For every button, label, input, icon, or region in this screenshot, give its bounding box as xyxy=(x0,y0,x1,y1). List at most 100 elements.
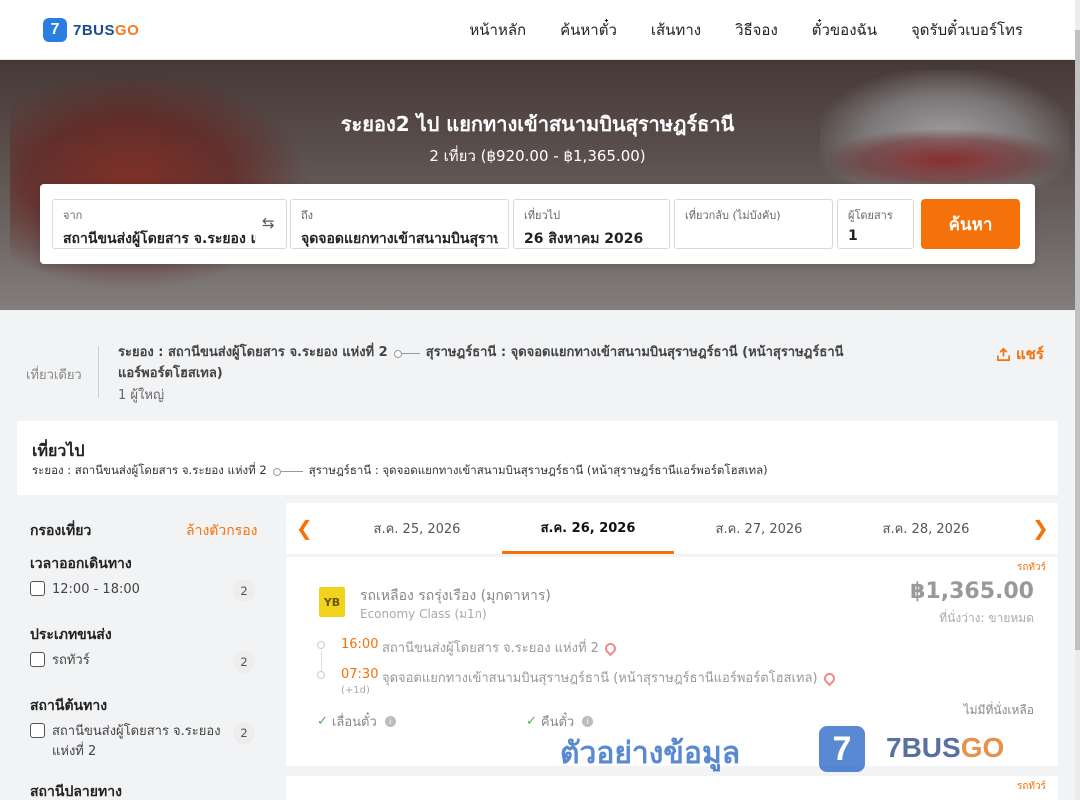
search-form: จาก สถานีขนส่งผู้โดยสาร จ.ระยอง แห่งที่ … xyxy=(40,184,1035,264)
filter-count-badge: 2 xyxy=(233,722,255,744)
summary-passengers: 1 ผู้ใหญ่ xyxy=(118,388,165,403)
transport-tag: รถทัวร์ xyxy=(1016,781,1046,792)
filter-title: กรองเที่ยว xyxy=(30,523,92,539)
transport-tag: รถทัวร์ xyxy=(1016,562,1046,573)
next-day-indicator: (+1d) xyxy=(341,685,370,696)
filter-option-transport[interactable]: รถทัวร์ 2 xyxy=(30,651,255,673)
logo-text: 7BUSGO xyxy=(73,21,140,39)
operator-logo: YB xyxy=(319,587,345,617)
depart-time: 16:00 xyxy=(341,637,379,652)
route-arrow-icon xyxy=(272,467,303,476)
date-tab-2[interactable]: ส.ค. 27, 2026 xyxy=(673,503,845,554)
depart-date-field[interactable]: เที่ยวไป 26 สิงหาคม 2026 xyxy=(513,199,670,249)
to-field[interactable]: ถึง จุดจอดแยกทางเข้าสนามบินสุราษฎร์ธานี xyxy=(290,199,509,249)
nav-routes[interactable]: เส้นทาง xyxy=(651,18,701,42)
filter-option-label: 12:00 - 18:00 xyxy=(52,582,140,597)
site-logo[interactable]: 7 7BUSGO xyxy=(43,18,139,42)
nav-how-to-book[interactable]: วิธีจอง xyxy=(735,18,778,42)
filter-panel: กรองเที่ยว ล้างตัวกรอง เวลาออกเดินทาง 12… xyxy=(17,505,277,800)
feature-label: เลื่อนตั๋ว xyxy=(331,715,377,730)
outbound-title: เที่ยวไป xyxy=(32,441,85,460)
main-nav: หน้าหลัก ค้นหาตั๋ว เส้นทาง วิธีจอง ตั๋วข… xyxy=(469,0,1023,60)
from-label: จาก xyxy=(63,209,83,222)
sample-data-watermark: ตัวอย่างข้อมูล 7 7BUSGO xyxy=(560,726,1020,778)
trip-card[interactable]: รถทัวร์ xyxy=(286,776,1058,800)
from-value: สถานีขนส่งผู้โดยสาร จ.ระยอง แห่งที่ 2 xyxy=(63,231,256,247)
arrive-stop: จุดจอดแยกทางเข้าสนามบินสุราษฎร์ธานี (หน้… xyxy=(382,667,837,688)
nav-search-tickets[interactable]: ค้นหาตั๋ว xyxy=(560,18,617,42)
date-tab-3[interactable]: ส.ค. 28, 2026 xyxy=(840,503,1012,554)
watermark-text: ตัวอย่างข้อมูล xyxy=(560,736,741,771)
date-tab-1-active[interactable]: ส.ค. 26, 2026 xyxy=(502,503,674,554)
nav-home[interactable]: หน้าหลัก xyxy=(469,18,526,42)
share-icon xyxy=(997,347,1010,361)
watermark-brand: 7BUSGO xyxy=(886,732,1005,763)
seat-class: Economy Class (ม1ก) xyxy=(360,607,487,621)
filter-section-transport-type: ประเภทขนส่ง xyxy=(30,627,112,643)
checkbox[interactable] xyxy=(30,723,45,738)
filter-section-origin-station: สถานีต้นทาง xyxy=(30,698,108,714)
depart-value: 26 สิงหาคม 2026 xyxy=(524,231,644,247)
depart-label: เที่ยวไป xyxy=(524,209,561,222)
passenger-label: ผู้โดยสาร xyxy=(848,209,893,222)
outbound-route: ระยอง : สถานีขนส่งผู้โดยสาร จ.ระยอง แห่ง… xyxy=(32,462,768,480)
timeline-line xyxy=(321,651,322,671)
trip-summary: เที่ยวเดียว ระยอง : สถานีขนส่งผู้โดยสาร … xyxy=(0,312,1075,412)
top-navbar: 7 7BUSGO หน้าหลัก ค้นหาตั๋ว เส้นทาง วิธี… xyxy=(0,0,1075,60)
no-seats-label: ไม่มีที่นั่งเหลือ xyxy=(963,703,1034,717)
ticket-price: ฿1,365.00 xyxy=(910,579,1034,604)
search-button[interactable]: ค้นหา xyxy=(921,199,1020,249)
route-subtitle: 2 เที่ยว (฿920.00 - ฿1,365.00) xyxy=(429,147,646,165)
checkbox[interactable] xyxy=(30,581,45,596)
logo-badge: 7 xyxy=(43,18,67,42)
scrollbar-thumb[interactable] xyxy=(1075,30,1080,650)
timeline-start-dot xyxy=(317,641,325,649)
filter-option-label: สถานีขนส่งผู้โดยสาร จ.ระยอง แห่งที่ 2 xyxy=(52,724,221,759)
prev-date-icon[interactable]: ❮ xyxy=(296,516,313,540)
return-date-field[interactable]: เที่ยวกลับ (ไม่บังคับ) xyxy=(674,199,833,249)
seats-available: ที่นั่งว่าง: ขายหมด xyxy=(939,611,1034,625)
return-label: เที่ยวกลับ (ไม่บังคับ) xyxy=(685,209,781,222)
info-icon[interactable]: i xyxy=(384,716,396,727)
filter-option-origin[interactable]: สถานีขนส่งผู้โดยสาร จ.ระยอง แห่งที่ 2 2 xyxy=(30,722,255,762)
summary-from: ระยอง : สถานีขนส่งผู้โดยสาร จ.ระยอง แห่ง… xyxy=(118,345,388,360)
to-value: จุดจอดแยกทางเข้าสนามบินสุราษฎร์ธานี xyxy=(301,231,498,247)
check-icon: ✓ xyxy=(526,714,537,729)
watermark-logo-badge: 7 xyxy=(819,726,865,772)
filter-section-departure-time: เวลาออกเดินทาง xyxy=(30,556,132,572)
passenger-value: 1 xyxy=(848,228,858,244)
share-button[interactable]: แชร์ xyxy=(996,342,1044,366)
trip-type: เที่ยวเดียว xyxy=(26,368,82,383)
filter-section-destination-station: สถานีปลายทาง xyxy=(30,784,122,800)
clear-filters-link[interactable]: ล้างตัวกรอง xyxy=(186,520,257,542)
check-icon: ✓ xyxy=(317,714,328,729)
page-scrollbar[interactable] xyxy=(1075,0,1080,800)
operator-name: รถเหลือง รถรุ่งเรือง (มุกดาหาร) xyxy=(360,588,551,604)
checkbox[interactable] xyxy=(30,652,45,667)
date-selector: ❮ ส.ค. 25, 2026 ส.ค. 26, 2026 ส.ค. 27, 2… xyxy=(286,503,1058,554)
filter-count-badge: 2 xyxy=(233,580,255,602)
outbound-from: ระยอง : สถานีขนส่งผู้โดยสาร จ.ระยอง แห่ง… xyxy=(32,463,267,477)
summary-divider xyxy=(98,346,99,398)
feature-reschedule: ✓ เลื่อนตั๋ว i xyxy=(317,711,396,732)
location-pin-icon[interactable] xyxy=(821,670,837,687)
nav-ticket-points[interactable]: จุดรับตั๋วเบอร์โทร xyxy=(911,18,1023,42)
passenger-field[interactable]: ผู้โดยสาร 1 xyxy=(837,199,914,249)
from-field[interactable]: จาก สถานีขนส่งผู้โดยสาร จ.ระยอง แห่งที่ … xyxy=(52,199,287,249)
share-label: แชร์ xyxy=(1016,345,1044,363)
outbound-to: สุราษฎร์ธานี : จุดจอดแยกทางเข้าสนามบินสุ… xyxy=(308,463,768,477)
nav-my-tickets[interactable]: ตั๋วของฉัน xyxy=(812,18,877,42)
summary-route: ระยอง : สถานีขนส่งผู้โดยสาร จ.ระยอง แห่ง… xyxy=(118,342,848,384)
filter-option-label: รถทัวร์ xyxy=(52,653,90,668)
route-title: ระยอง2 ไป แยกทางเข้าสนามบินสุราษฎร์ธานี xyxy=(340,112,735,136)
filter-option-time[interactable]: 12:00 - 18:00 2 xyxy=(30,580,255,602)
swap-icon[interactable]: ⇆ xyxy=(262,214,275,232)
next-date-icon[interactable]: ❯ xyxy=(1032,516,1049,540)
outbound-header: เที่ยวไป ระยอง : สถานีขนส่งผู้โดยสาร จ.ร… xyxy=(17,421,1058,495)
route-arrow-icon xyxy=(393,349,420,358)
to-label: ถึง xyxy=(301,209,314,222)
arrive-time: 07:30 xyxy=(341,667,379,682)
date-tab-0[interactable]: ส.ค. 25, 2026 xyxy=(331,503,503,554)
depart-stop: สถานีขนส่งผู้โดยสาร จ.ระยอง แห่งที่ 2 xyxy=(382,637,619,658)
location-pin-icon[interactable] xyxy=(602,640,619,657)
